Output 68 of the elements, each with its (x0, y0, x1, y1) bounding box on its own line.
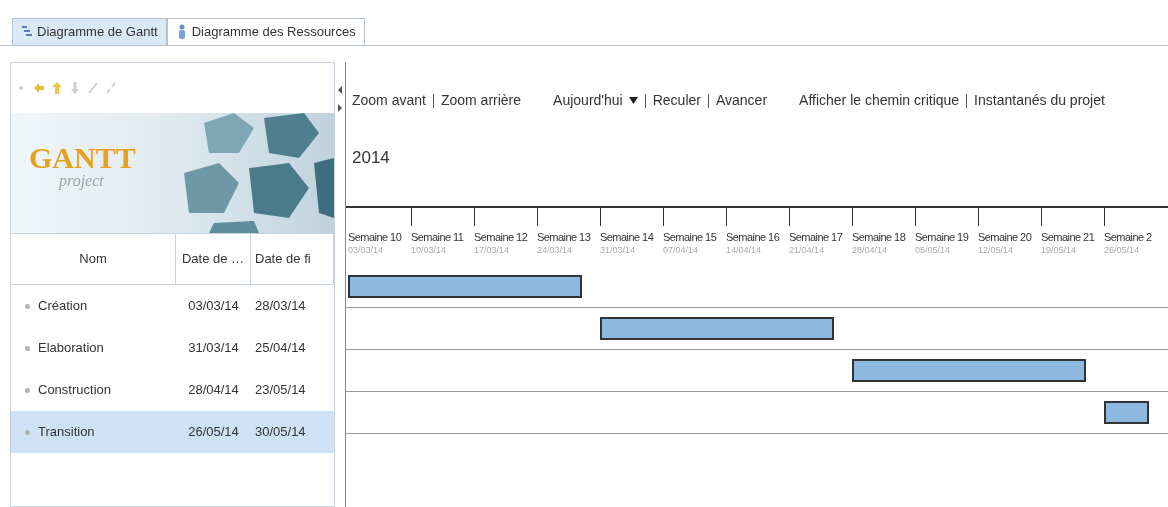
tab[interactable]: Diagramme de Gantt (12, 18, 167, 45)
column-header[interactable]: Date de … (176, 234, 251, 284)
task-bar[interactable] (852, 359, 1086, 382)
week-date: 19/05/14 (1041, 244, 1078, 256)
toolbar-link[interactable]: Zoom avant (352, 90, 426, 111)
bullet-icon (25, 303, 30, 309)
column-header[interactable]: Date de fi (251, 234, 334, 284)
week-label: Semaine 13 (537, 230, 592, 244)
toolbar-link[interactable]: Reculer (652, 90, 701, 111)
week-date: 03/03/14 (348, 244, 385, 256)
logo-subtitle: project (59, 173, 105, 189)
tab[interactable]: Diagramme des Ressources (166, 18, 365, 45)
start-date: 03/03/14 (187, 297, 240, 316)
start-date: 28/04/14 (187, 381, 240, 400)
week-label: Semaine 10 (348, 230, 403, 244)
gantt-icon (21, 25, 33, 39)
week-label: Semaine 14 (600, 230, 655, 244)
week-date: 17/03/14 (474, 244, 511, 256)
logo-wordmark: GANTT (29, 143, 136, 173)
start-date: 26/05/14 (187, 423, 240, 442)
week-date: 12/05/14 (978, 244, 1015, 256)
task-bar[interactable] (1104, 401, 1149, 424)
week-label: Semaine 15 (663, 230, 718, 244)
caret-icon (628, 97, 638, 104)
collapse-arrows-icon[interactable] (337, 84, 343, 114)
start-date: 31/03/14 (187, 339, 240, 358)
week-label: Semaine 18 (852, 230, 907, 244)
week-date: 26/05/14 (1104, 244, 1141, 256)
week-date: 21/04/14 (789, 244, 826, 256)
week-label: Semaine 19 (915, 230, 970, 244)
week-date: 24/03/14 (537, 244, 574, 256)
week-label: Semaine 12 (474, 230, 529, 244)
week-label: Semaine 17 (789, 230, 844, 244)
toolbar-link[interactable]: Afficher le chemin critique (799, 90, 960, 111)
bullet-icon (25, 429, 30, 435)
bullet-icon (25, 345, 30, 351)
arrow-left-icon[interactable] (33, 81, 45, 95)
task-bar[interactable] (600, 317, 834, 340)
task-name: Transition (38, 423, 95, 442)
week-date: 05/05/14 (915, 244, 952, 256)
end-date: 23/05/14 (254, 381, 306, 400)
task-name: Elaboration (38, 339, 104, 358)
arrow-up-icon[interactable] (51, 81, 63, 95)
arrow-down-icon[interactable] (69, 81, 81, 95)
end-date: 25/04/14 (254, 339, 306, 358)
toolbar-link[interactable]: Instantanés du projet (974, 90, 1105, 111)
week-label: Semaine 20 (978, 230, 1033, 244)
column-header[interactable]: Nom (11, 234, 176, 284)
task-row[interactable]: Transition 26/05/14 30/05/14 (11, 411, 334, 453)
week-date: 31/03/14 (600, 244, 637, 256)
week-date: 28/04/14 (852, 244, 889, 256)
end-date: 30/05/14 (254, 423, 306, 442)
toolbar-link[interactable]: Avancer (715, 90, 768, 111)
week-label: Semaine 2 (1104, 230, 1153, 244)
end-date: 28/03/14 (254, 297, 306, 316)
week-label: Semaine 16 (726, 230, 781, 244)
task-bar[interactable] (348, 275, 582, 298)
toolbar-link[interactable]: Zoom arrière (440, 90, 522, 111)
week-date: 14/04/14 (726, 244, 763, 256)
bullet-icon (25, 387, 30, 393)
week-label: Semaine 11 (411, 230, 465, 244)
week-date: 07/04/14 (663, 244, 700, 256)
today-dropdown[interactable]: Aujourd'hui (553, 90, 638, 111)
week-date: 10/03/14 (411, 244, 448, 256)
year-label: 2014 (352, 148, 390, 167)
task-name: Construction (38, 381, 111, 400)
week-label: Semaine 21 (1041, 230, 1096, 244)
task-name: Création (38, 297, 88, 316)
